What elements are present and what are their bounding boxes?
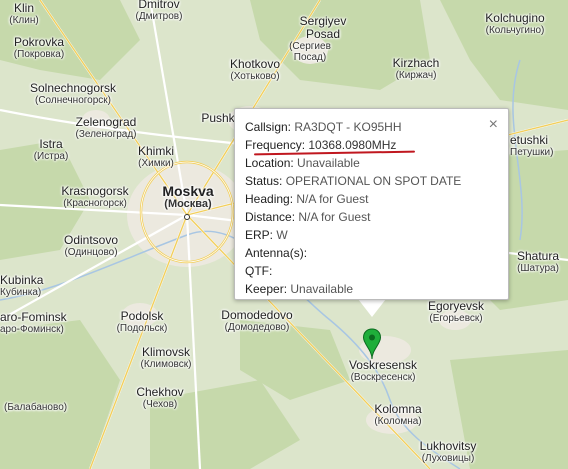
erp-key: ERP: [245, 228, 274, 242]
place-label: Dmitrov (Дмитров) [135, 0, 183, 22]
place-label: Kubinka Кубинка) [0, 273, 44, 299]
place-label-capital: Moskva (Москва) [162, 183, 214, 210]
heading-row: Heading: N/A for Guest [245, 190, 461, 208]
place-label: Kolchugino (Кольчугино) [485, 11, 545, 37]
place-label: Odintsovo (Одинцово) [63, 233, 119, 259]
keeper-row: Keeper: Unavailable [245, 280, 461, 298]
status-value: OPERATIONAL ON SPOT DATE [285, 174, 462, 188]
info-window: × Callsign: RA3DQT - KO95HH Frequency: 1… [234, 108, 509, 300]
place-label: Chekhov (Чехов) [136, 385, 184, 411]
erp-value: W [276, 228, 288, 242]
location-key: Location: [245, 156, 294, 170]
place-label: Pokrovka (Покровка) [13, 35, 65, 61]
heading-value: N/A for Guest [296, 192, 369, 206]
distance-key: Distance: [245, 210, 296, 224]
place-label: Klimovsk (Климовск) [140, 345, 192, 371]
place-label: Khotkovo (Хотьково) [229, 57, 281, 83]
location-row: Location: Unavailable [245, 154, 461, 172]
frequency-value: 10368.0980MHz [308, 138, 397, 152]
place-label: Kirzhach (Киржач) [392, 56, 440, 82]
place-label: Klin (Клин) [9, 1, 39, 27]
callsign-row: Callsign: RA3DQT - KO95HH [245, 118, 461, 136]
status-row: Status: OPERATIONAL ON SPOT DATE [245, 172, 461, 190]
frequency-key: Frequency: [245, 138, 306, 152]
antenna-key: Antenna(s): [245, 246, 308, 260]
callsign-value: RA3DQT - KO95HH [294, 120, 402, 134]
distance-row: Distance: N/A for Guest [245, 208, 461, 226]
place-label: Sergiyev Posad [299, 14, 347, 41]
place-label: Krasnogorsk (Красногорск) [61, 184, 129, 210]
antenna-row: Antenna(s): [245, 244, 461, 262]
qtf-row: QTF: [245, 262, 461, 280]
status-key: Status: [245, 174, 283, 188]
qtf-key: QTF: [245, 264, 273, 278]
place-label: Kolomna (Коломна) [374, 402, 422, 428]
place-label: Zelenograd (Зеленоград) [75, 115, 137, 141]
place-label: Pushk [201, 111, 235, 125]
place-label: Egoryevsk (Егорьевск) [427, 299, 485, 325]
place-label: (Балабаново) [4, 402, 68, 413]
place-label: Domodedovo (Домодедово) [221, 308, 293, 334]
erp-row: ERP: W [245, 226, 461, 244]
place-label: Shatura (Шатура) [516, 249, 560, 275]
keeper-value: Unavailable [290, 282, 354, 296]
popup-tail [358, 299, 386, 317]
place-label: Voskresensk (Воскресенск) [348, 358, 418, 384]
distance-value: N/A for Guest [298, 210, 371, 224]
place-label: Khimki (Химки) [137, 144, 174, 170]
location-value: Unavailable [297, 156, 360, 170]
place-label: Lukhovitsy (Луховицы) [419, 439, 477, 465]
place-label: Podolsk (Подольск) [116, 309, 168, 335]
close-icon[interactable]: × [489, 117, 498, 133]
heading-key: Heading: [245, 192, 294, 206]
place-label: Istra (Истра) [33, 137, 69, 163]
callsign-key: Callsign: [245, 120, 292, 134]
map-pin-icon[interactable] [362, 328, 382, 360]
capital-dot [184, 214, 190, 220]
place-label: etushki Петушки) [510, 133, 554, 159]
keeper-key: Keeper: [245, 282, 288, 296]
info-window-body: Callsign: RA3DQT - KO95HH Frequency: 103… [245, 118, 461, 298]
place-label: Solnechnogorsk (Солнечногорск) [29, 81, 117, 107]
place-label: aro-Fominsk аро-Фоминск) [0, 310, 67, 336]
